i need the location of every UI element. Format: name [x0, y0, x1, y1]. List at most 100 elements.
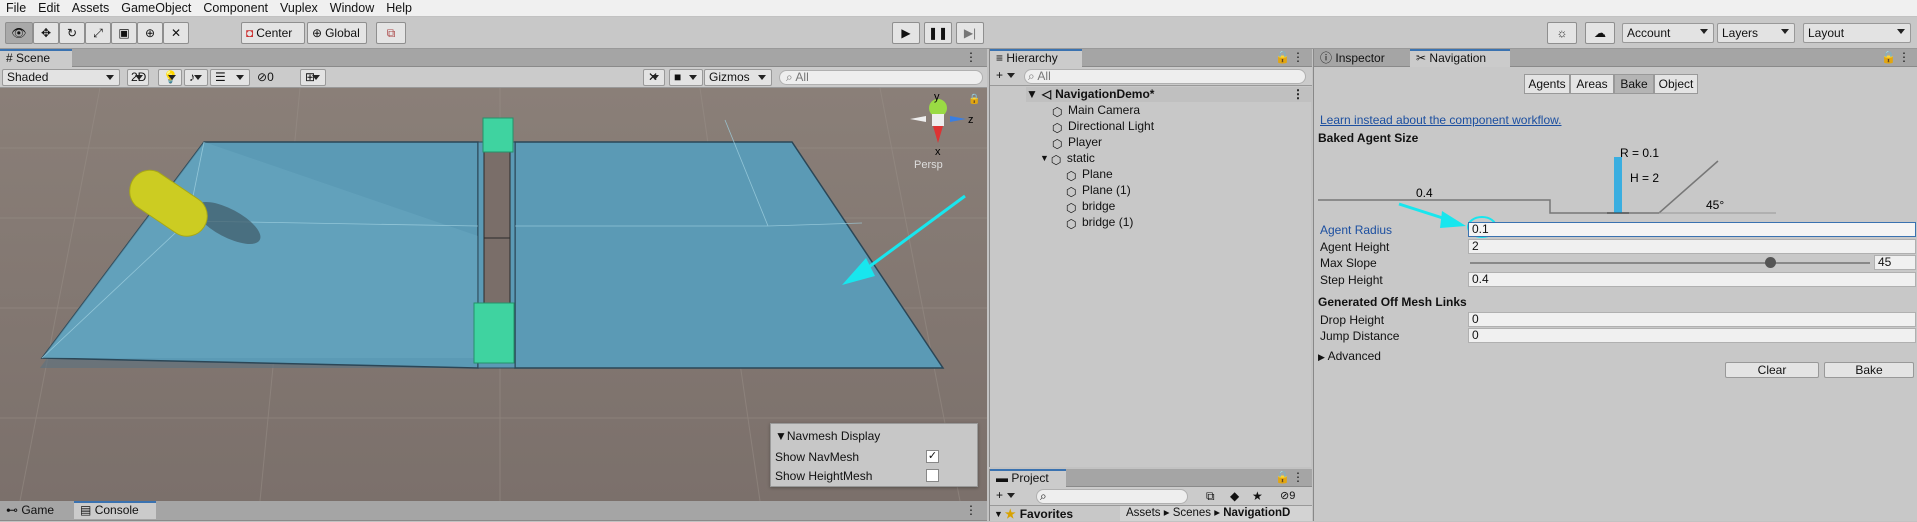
create-dropdown[interactable]: +: [992, 68, 1020, 85]
scene-root-item[interactable]: ▼ ◁ NavigationDemo* ⋮: [1026, 87, 1312, 102]
panel-menu-icon[interactable]: ⋮: [965, 50, 977, 64]
hierarchy-item-bridge[interactable]: ⬡ bridge: [1066, 199, 1115, 215]
tab-scene[interactable]: # Scene: [0, 49, 72, 67]
hierarchy-item-player[interactable]: ⬡ Player: [1052, 135, 1102, 151]
account-dropdown[interactable]: Account: [1622, 23, 1714, 43]
show-navmesh-checkbox[interactable]: ✓: [926, 450, 939, 463]
bridge-navmesh-top: [482, 117, 514, 153]
audio-toggle[interactable]: ♪: [184, 69, 208, 86]
navmesh-display-title[interactable]: ▼Navmesh Display: [775, 429, 880, 443]
hierarchy-lock-icon[interactable]: 🔒: [1275, 50, 1290, 64]
lock-icon[interactable]: 🔒: [968, 93, 980, 105]
menu-edit[interactable]: Edit: [32, 0, 66, 16]
breadcrumb-scenes[interactable]: Scenes: [1173, 507, 1211, 519]
hierarchy-item-directional-light[interactable]: ⬡ Directional Light: [1052, 119, 1154, 135]
layout-dropdown[interactable]: Layout: [1803, 23, 1911, 43]
custom-tool-button[interactable]: ✕: [163, 22, 189, 44]
pivot-global-toggle[interactable]: ⊕ Global: [307, 22, 367, 44]
step-button[interactable]: ▶|: [956, 22, 984, 44]
advanced-foldout[interactable]: ▶ Advanced: [1318, 349, 1381, 363]
snap-button[interactable]: ⧉: [376, 22, 406, 44]
effects-dropdown[interactable]: ☰: [210, 69, 250, 86]
camera-dropdown[interactable]: ■: [669, 69, 703, 86]
drop-height-input[interactable]: 0: [1468, 312, 1916, 327]
menu-gameobject[interactable]: GameObject: [115, 0, 197, 16]
agent-radius-input[interactable]: 0.1: [1468, 222, 1916, 237]
view-tool-button[interactable]: 👁: [5, 22, 33, 44]
menu-vuplex[interactable]: Vuplex: [274, 0, 324, 16]
grid-dropdown[interactable]: ⊞: [300, 69, 326, 86]
hierarchy-item-static[interactable]: ▼ ⬡ static: [1040, 151, 1095, 167]
menu-assets[interactable]: Assets: [66, 0, 116, 16]
play-button[interactable]: ▶: [892, 22, 920, 44]
inspector-tab-label: Inspector: [1335, 51, 1385, 65]
tab-hierarchy[interactable]: ≡ Hierarchy: [990, 49, 1082, 67]
hierarchy-menu-icon[interactable]: ⋮: [1292, 50, 1304, 64]
menu-help[interactable]: Help: [380, 0, 418, 16]
breadcrumb-assets[interactable]: Assets: [1126, 507, 1161, 519]
project-hidden-count: 9: [1289, 490, 1296, 502]
tab-navigation[interactable]: ✂ Navigation: [1410, 49, 1510, 67]
tab-inspector[interactable]: ⓘ Inspector: [1314, 49, 1410, 67]
pause-button[interactable]: ❚❚: [924, 22, 952, 44]
services-button[interactable]: ☼: [1547, 22, 1577, 44]
max-slope-slider-thumb[interactable]: [1765, 257, 1776, 268]
inspector-menu-icon[interactable]: ⋮: [1898, 50, 1910, 64]
tab-console[interactable]: ▤ Console: [74, 501, 156, 519]
favorites-item[interactable]: ▼ ★ Favorites: [994, 507, 1073, 522]
layers-dropdown[interactable]: Layers: [1717, 23, 1795, 43]
wrench-icon: ✕: [648, 70, 659, 84]
hierarchy-item-main-camera[interactable]: ⬡ Main Camera: [1052, 103, 1140, 119]
clear-button[interactable]: Clear: [1725, 362, 1819, 378]
hidden-objects-indicator[interactable]: ⊘0: [257, 70, 274, 84]
bottom-panel-menu-icon[interactable]: ⋮: [965, 503, 977, 517]
favorite-star-icon[interactable]: ★: [1252, 489, 1263, 503]
persp-label[interactable]: Persp: [914, 159, 943, 171]
project-lock-icon[interactable]: 🔒: [1275, 470, 1290, 484]
breadcrumb-current[interactable]: NavigationD: [1223, 507, 1290, 519]
hierarchy-item-bridge-1[interactable]: ⬡ bridge (1): [1066, 215, 1133, 231]
rect-tool-button[interactable]: ▣: [111, 22, 137, 44]
project-search-input[interactable]: ⌕: [1036, 489, 1188, 504]
move-tool-button[interactable]: ✥: [33, 22, 59, 44]
bake-button[interactable]: Bake: [1824, 362, 1914, 378]
tab-project[interactable]: ▬ Project: [990, 469, 1066, 487]
agent-height-input[interactable]: 2: [1468, 239, 1916, 254]
lighting-toggle[interactable]: 💡: [158, 69, 182, 86]
scale-tool-button[interactable]: ⤢: [85, 22, 111, 44]
mode-2d-toggle[interactable]: 2D: [127, 69, 149, 86]
max-slope-input[interactable]: 45: [1874, 255, 1916, 270]
subtab-agents[interactable]: Agents: [1524, 74, 1570, 94]
max-slope-slider-track[interactable]: [1470, 262, 1870, 264]
subtab-areas[interactable]: Areas: [1570, 74, 1614, 94]
gizmos-dropdown[interactable]: Gizmos: [704, 69, 772, 86]
tab-game[interactable]: ⊷ Game: [0, 501, 70, 519]
filter-label-icon[interactable]: ◆: [1230, 489, 1239, 503]
subtab-object[interactable]: Object: [1654, 74, 1698, 94]
show-heightmesh-checkbox[interactable]: [926, 469, 939, 482]
scene-item-menu-icon[interactable]: ⋮: [1292, 87, 1304, 102]
transform-tool-button[interactable]: ⊕: [137, 22, 163, 44]
scene-search-input[interactable]: ⌕ All: [779, 70, 983, 85]
hierarchy-search-input[interactable]: ⌕ All: [1024, 69, 1306, 84]
hierarchy-toolbar: + ⌕ All: [990, 67, 1312, 86]
inspector-lock-icon[interactable]: 🔒: [1881, 50, 1896, 64]
menu-component[interactable]: Component: [197, 0, 274, 16]
subtab-bake[interactable]: Bake: [1614, 74, 1654, 94]
hierarchy-item-plane-1[interactable]: ⬡ Plane (1): [1066, 183, 1131, 199]
filter-type-icon[interactable]: ⧉: [1206, 489, 1215, 504]
jump-distance-input[interactable]: 0: [1468, 328, 1916, 343]
component-workflow-link[interactable]: Learn instead about the component workfl…: [1320, 113, 1562, 127]
tools-toggle[interactable]: ✕: [643, 69, 665, 86]
menu-window[interactable]: Window: [324, 0, 380, 16]
cloud-button[interactable]: ☁: [1585, 22, 1615, 44]
project-create-dropdown[interactable]: +: [992, 488, 1020, 505]
hierarchy-item-plane[interactable]: ⬡ Plane: [1066, 167, 1113, 183]
project-menu-icon[interactable]: ⋮: [1292, 470, 1304, 484]
project-hidden-indicator[interactable]: ⊘9: [1280, 489, 1295, 502]
pivot-center-toggle[interactable]: ◘ Center: [241, 22, 305, 44]
shading-mode-dropdown[interactable]: Shaded: [2, 69, 120, 86]
step-height-input[interactable]: 0.4: [1468, 272, 1916, 287]
rotate-tool-button[interactable]: ↻: [59, 22, 85, 44]
menu-file[interactable]: File: [0, 0, 32, 16]
